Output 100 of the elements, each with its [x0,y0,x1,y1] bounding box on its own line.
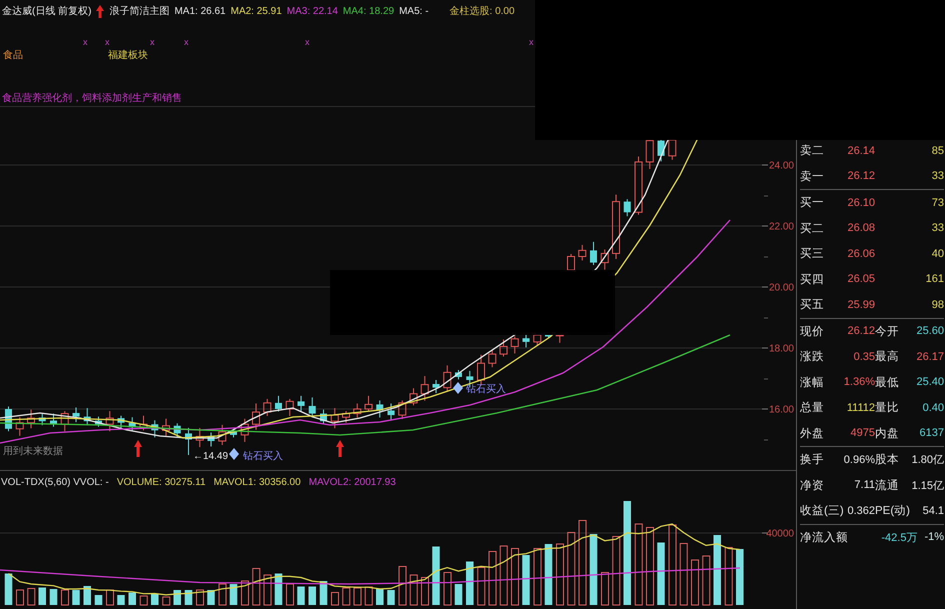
quote-value: 7.11 [854,479,875,492]
quote-label: 外盘 [800,426,824,441]
candlestick [118,415,124,429]
candlestick [330,408,339,429]
up-arrow-icon [134,440,142,457]
x-marker: x [305,37,310,47]
candlestick [308,396,316,418]
quote-value: 0.40 [922,402,944,414]
candlestick [600,248,609,270]
volume-bar [432,546,440,605]
volume-bar [354,588,362,606]
volume-bar [27,588,36,606]
order-volume: 85 [932,144,944,157]
volume-bar [230,584,238,605]
ma-value: MA5: - [399,6,429,16]
volume-bar [16,590,24,606]
volume-bar [151,594,158,605]
order-volume: 161 [926,273,944,286]
volume-value: MAVOL1: 30356.00 [214,477,301,488]
candlestick [624,198,631,217]
candlestick [151,420,158,438]
order-label: 卖一 [800,170,824,184]
axis-label: 22.00 [768,222,794,232]
quote-value: 0.96% [844,454,875,466]
volume-bar [72,590,80,605]
ma-value: MA1: 26.61 [174,6,226,16]
volume-bar [196,590,204,606]
net-inflow-amount: -42.5万 [881,530,918,545]
ma-value: MA3: 22.14 [286,6,338,16]
volume-bar [174,590,181,605]
x-marker: x [184,37,188,47]
order-price: 25.99 [847,298,875,311]
quote-label: 股本 [875,452,899,468]
axis-label: 24.00 [768,160,794,172]
candlestick [388,403,394,422]
low-price-label: ←14.49 [193,451,228,462]
quote-value: 0.362 [847,504,875,517]
volume-bar [364,586,373,606]
business-description: 食品营养强化剂，饲料添加剂生产和销售 [1,92,182,106]
candlestick [140,415,148,431]
candlestick [72,406,80,423]
quote-label: 量比 [875,400,899,416]
candlestick [556,334,564,344]
x-marker: x [83,37,88,47]
volume-bar [241,580,249,606]
volume-bar [488,551,496,606]
quote-label: 净资 [800,478,824,493]
candlestick [298,395,304,412]
indicator-title: VOL-TDX(5,60) VVOL: - [1,477,109,488]
candlestick [320,409,327,424]
volume-bar [477,567,486,606]
quote-value: 1.80亿 [912,453,944,468]
up-arrow-icon [336,440,344,457]
order-price: 26.10 [847,196,875,209]
order-label: 买三 [800,247,824,262]
volume-bar [387,590,395,605]
order-price: 26.05 [847,273,875,286]
up-arrow-icon [96,4,104,18]
order-price: 26.12 [847,170,875,182]
volume-bar [421,577,429,606]
quote-label: 最低 [875,376,899,390]
candlestick [342,410,350,424]
candlestick [658,140,664,162]
candlestick [218,424,226,446]
volume-bar [264,574,272,606]
stock-pick-value: 金柱选股: 0.00 [450,4,515,18]
volume-bar [714,535,721,605]
candlestick [398,400,406,420]
net-inflow-label: 净流入额 [800,530,848,545]
quote-value: 6137 [920,427,944,440]
quote-label: 现价 [800,324,824,339]
volume-bar [724,547,733,606]
axis-label: 16.00 [768,404,794,416]
candlestick [488,350,496,368]
volume-bar [252,568,260,606]
volume-value: VOLUME: 30275.11 [116,477,206,488]
candlestick [634,156,642,216]
volume-bar [500,546,508,606]
diamond-icon [229,448,239,460]
quote-label: 涨幅 [800,376,824,390]
volume-bar [466,562,474,605]
candlestick [60,410,69,432]
volume-bar [511,548,519,606]
order-label: 卖二 [800,144,824,158]
candlestick [84,408,91,426]
x-marker: x [150,37,154,47]
candlestick [27,409,35,429]
volume-bar [398,566,406,606]
volume-bar [410,574,418,606]
volume-bar [522,555,530,605]
volume-bar [4,574,12,605]
candlestick [455,369,462,380]
volume-bar [61,590,69,606]
order-label: 买五 [800,298,824,312]
quote-value: 26.12 [847,325,875,338]
volume-bar [274,574,282,605]
candlestick [38,413,46,426]
quote-label: 换手 [800,452,824,468]
volume-bar [117,595,125,605]
order-label: 买四 [800,272,824,287]
